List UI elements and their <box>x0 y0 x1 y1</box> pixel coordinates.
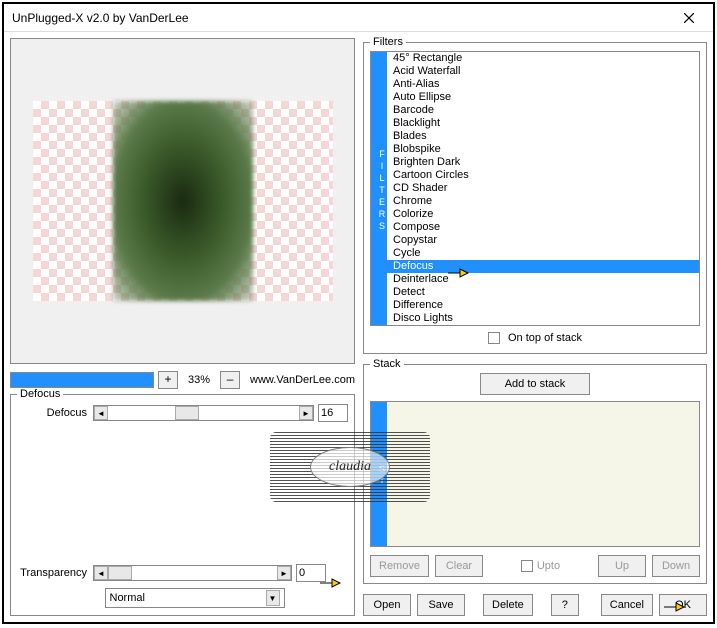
filter-item[interactable]: Defocus <box>387 260 699 273</box>
upto-label[interactable]: Upto <box>521 560 560 572</box>
filters-tab[interactable]: FILTERS <box>371 52 387 325</box>
defocus-label: Defocus <box>17 407 89 419</box>
left-panel: + 33% – www.VanDerLee.com Defocus Defocu… <box>10 38 355 616</box>
filter-item[interactable]: Compose <box>387 221 699 234</box>
watermark-text: claudia <box>310 447 390 487</box>
blend-mode-combo[interactable]: Normal ▼ <box>105 588 285 608</box>
filters-list[interactable]: 45° RectangleAcid WaterfallAnti-AliasAut… <box>387 52 699 325</box>
filter-item[interactable]: Acid Waterfall <box>387 65 699 78</box>
zoom-percent: 33% <box>182 374 216 386</box>
open-button[interactable]: Open <box>363 594 411 616</box>
defocus-value[interactable] <box>318 404 348 422</box>
transparency-value[interactable] <box>296 564 326 582</box>
filter-item[interactable]: Difference <box>387 299 699 312</box>
filter-item[interactable]: Blades <box>387 130 699 143</box>
filter-item[interactable]: Blobspike <box>387 143 699 156</box>
titlebar: UnPlugged-X v2.0 by VanDerLee <box>4 4 713 32</box>
cancel-button[interactable]: Cancel <box>601 594 653 616</box>
delete-button[interactable]: Delete <box>483 594 533 616</box>
filter-item[interactable]: Colorize <box>387 208 699 221</box>
filters-group: Filters FILTERS 45° RectangleAcid Waterf… <box>363 42 707 354</box>
watermark: claudia <box>260 427 440 507</box>
filter-item[interactable]: Brighten Dark <box>387 156 699 169</box>
stack-legend: Stack <box>370 358 404 370</box>
filter-item[interactable]: Auto Ellipse <box>387 91 699 104</box>
transparency-label: Transparency <box>17 567 89 579</box>
filter-item[interactable]: Cycle <box>387 247 699 260</box>
dialog-window: UnPlugged-X v2.0 by VanDerLee + 33% – ww… <box>2 2 715 624</box>
filter-item[interactable]: 45° Rectangle <box>387 52 699 65</box>
zoom-out-button[interactable]: – <box>220 371 240 389</box>
filter-item[interactable]: Blacklight <box>387 117 699 130</box>
arrow-right-icon[interactable]: ► <box>299 406 313 420</box>
filters-legend: Filters <box>370 36 406 48</box>
add-to-stack-button[interactable]: Add to stack <box>480 373 590 395</box>
remove-button[interactable]: Remove <box>370 555 429 577</box>
clear-button[interactable]: Clear <box>435 555 483 577</box>
filter-item[interactable]: Chrome <box>387 195 699 208</box>
ontop-text: On top of stack <box>508 332 582 344</box>
right-panel: Filters FILTERS 45° RectangleAcid Waterf… <box>363 38 707 616</box>
filter-item[interactable]: Disco Lights <box>387 312 699 325</box>
upto-checkbox[interactable] <box>521 560 533 572</box>
arrow-left-icon[interactable]: ◄ <box>94 566 108 580</box>
close-button[interactable] <box>669 7 709 29</box>
save-button[interactable]: Save <box>417 594 465 616</box>
ontop-checkbox-label[interactable]: On top of stack <box>488 332 582 344</box>
help-button[interactable]: ? <box>551 594 579 616</box>
filter-item[interactable]: Cartoon Circles <box>387 169 699 182</box>
filter-item[interactable]: Anti-Alias <box>387 78 699 91</box>
action-buttons: Open Save Delete ? Cancel OK <box>363 594 707 616</box>
preview-area <box>10 38 355 364</box>
zoom-in-button[interactable]: + <box>158 371 178 389</box>
up-button[interactable]: Up <box>598 555 646 577</box>
blend-mode-value: Normal <box>110 592 266 604</box>
arrow-right-icon[interactable]: ► <box>277 566 291 580</box>
filter-item[interactable]: Copystar <box>387 234 699 247</box>
defocus-slider[interactable]: ◄ ► <box>93 405 314 421</box>
ontop-checkbox[interactable] <box>488 332 500 344</box>
down-button[interactable]: Down <box>652 555 700 577</box>
chevron-down-icon[interactable]: ▼ <box>266 590 280 606</box>
window-title: UnPlugged-X v2.0 by VanDerLee <box>8 11 669 25</box>
vendor-link[interactable]: www.VanDerLee.com <box>250 374 355 386</box>
defocus-legend: Defocus <box>17 388 63 400</box>
filter-item[interactable]: CD Shader <box>387 182 699 195</box>
filter-item[interactable]: Deinterlace <box>387 273 699 286</box>
zoom-bar[interactable] <box>10 372 154 388</box>
arrow-left-icon[interactable]: ◄ <box>94 406 108 420</box>
preview-image[interactable] <box>33 101 333 301</box>
filter-item[interactable]: Barcode <box>387 104 699 117</box>
transparency-slider[interactable]: ◄ ► <box>93 565 292 581</box>
ok-button[interactable]: OK <box>659 594 707 616</box>
filter-item[interactable]: Detect <box>387 286 699 299</box>
